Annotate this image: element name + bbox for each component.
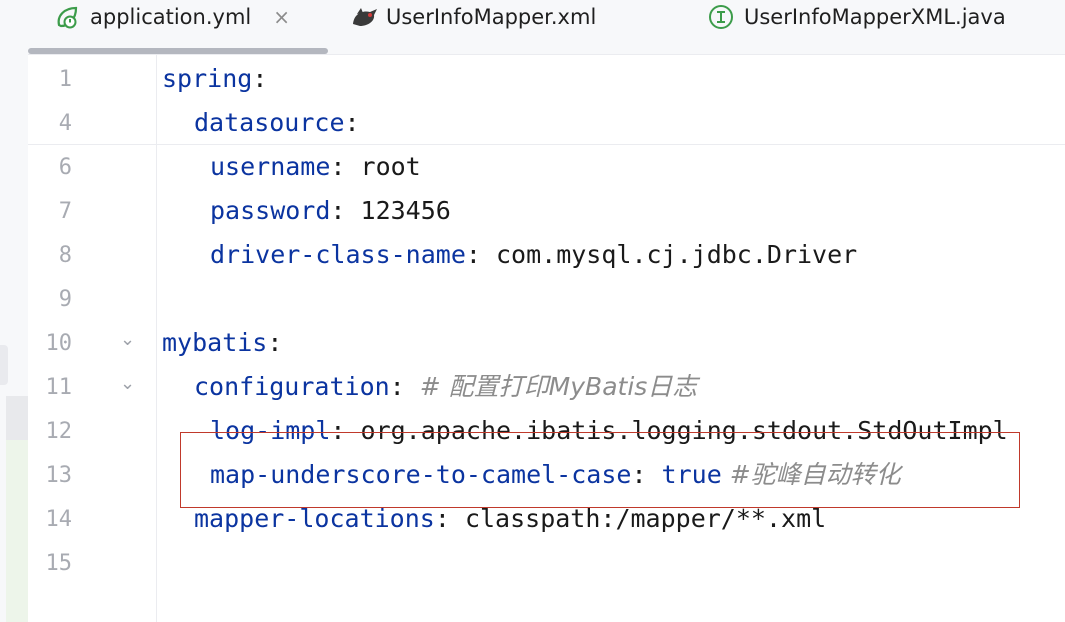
code-text[interactable]: datasource: bbox=[194, 107, 360, 139]
code-text[interactable]: driver-class-name: com.mysql.cj.jdbc.Dri… bbox=[210, 239, 857, 271]
code-text[interactable]: mybatis: bbox=[162, 327, 282, 359]
code-line: 11 ⌄ configuration: # 配置打印MyBatis日志 bbox=[28, 365, 1065, 409]
code-text[interactable]: password: 123456 bbox=[210, 195, 451, 227]
yaml-separator: : bbox=[434, 504, 465, 533]
line-number: 9 bbox=[58, 287, 72, 312]
code-line: 15 bbox=[28, 541, 1065, 585]
yaml-boolean: true bbox=[661, 460, 722, 489]
yaml-comment: # 配置打印MyBatis日志 bbox=[419, 372, 698, 401]
code-line: 13 map-underscore-to-camel-case: true #驼… bbox=[28, 453, 1065, 497]
line-number: 4 bbox=[58, 111, 72, 136]
tab-label: UserInfoMapperXML.java bbox=[744, 5, 1006, 29]
tab-label: UserInfoMapper.xml bbox=[386, 5, 597, 29]
yaml-separator: : bbox=[344, 108, 360, 137]
spring-leaf-icon bbox=[54, 4, 80, 30]
line-number: 13 bbox=[45, 463, 73, 488]
yaml-value: com.mysql.cj.jdbc.Driver bbox=[495, 240, 858, 269]
code-text[interactable]: mapper-locations: classpath:/mapper/**.x… bbox=[194, 503, 826, 535]
yaml-separator: : bbox=[330, 196, 361, 225]
yaml-separator: : bbox=[465, 240, 496, 269]
scroll-marker bbox=[0, 345, 8, 385]
change-marker bbox=[6, 396, 28, 440]
line-number: 6 bbox=[58, 155, 72, 180]
code-line: 9 bbox=[28, 277, 1065, 321]
yaml-key: driver-class-name bbox=[210, 240, 466, 269]
line-number: 7 bbox=[58, 199, 72, 224]
mybatis-bird-icon bbox=[350, 4, 377, 30]
line-number: 14 bbox=[45, 507, 73, 532]
yaml-value: 123456 bbox=[360, 196, 451, 225]
yaml-comment: #驼峰自动转化 bbox=[721, 460, 901, 489]
yaml-key: log-impl bbox=[210, 416, 331, 445]
code-line: 4 datasource: bbox=[28, 101, 1065, 145]
tab-label: application.yml bbox=[90, 5, 252, 29]
left-tool-strip bbox=[0, 0, 29, 622]
yaml-key: datasource bbox=[194, 108, 345, 137]
line-number: 10 bbox=[45, 331, 73, 356]
line-number: 1 bbox=[58, 67, 72, 92]
tab-userinfomapper-xml[interactable]: UserInfoMapper.xml bbox=[350, 0, 596, 34]
yaml-separator: : bbox=[631, 460, 662, 489]
yaml-key: configuration bbox=[194, 372, 390, 401]
yaml-key: mapper-locations bbox=[194, 504, 435, 533]
yaml-key: username bbox=[210, 152, 331, 181]
code-text[interactable]: spring: bbox=[162, 63, 267, 95]
line-number: 8 bbox=[58, 243, 72, 268]
yaml-separator: : bbox=[252, 64, 268, 93]
yaml-key: spring bbox=[162, 64, 253, 93]
yaml-separator: : bbox=[389, 372, 420, 401]
tab-application-yml[interactable]: application.yml × bbox=[54, 0, 290, 34]
line-number: 15 bbox=[45, 551, 73, 576]
close-tab-icon[interactable]: × bbox=[273, 5, 290, 29]
line-number: 12 bbox=[45, 419, 73, 444]
code-line: 12 log-impl: org.apache.ibatis.logging.s… bbox=[28, 409, 1065, 453]
interface-icon bbox=[708, 4, 734, 30]
code-line: 8 driver-class-name: com.mysql.cj.jdbc.D… bbox=[28, 233, 1065, 277]
code-text[interactable]: log-impl: org.apache.ibatis.logging.stdo… bbox=[210, 415, 1008, 447]
yaml-value: root bbox=[360, 152, 421, 181]
yaml-separator: : bbox=[330, 416, 361, 445]
code-line: 6 username: root bbox=[28, 145, 1065, 189]
fold-chevron-icon[interactable]: ⌄ bbox=[120, 329, 135, 350]
code-line: 10 ⌄ mybatis: bbox=[28, 321, 1065, 365]
code-editor[interactable]: 1 spring: 4 datasource: 6 username: root… bbox=[28, 55, 1065, 622]
yaml-key: password bbox=[210, 196, 331, 225]
active-tab-indicator bbox=[28, 48, 328, 54]
code-text[interactable]: username: root bbox=[210, 151, 421, 183]
yaml-key: mybatis bbox=[162, 328, 268, 357]
yaml-value: classpath:/mapper/**.xml bbox=[464, 504, 827, 533]
code-text[interactable]: map-underscore-to-camel-case: true #驼峰自动… bbox=[210, 459, 901, 491]
line-number: 11 bbox=[45, 375, 73, 400]
yaml-separator: : bbox=[267, 328, 283, 357]
code-text[interactable]: configuration: # 配置打印MyBatis日志 bbox=[194, 371, 697, 403]
code-line: 1 spring: bbox=[28, 57, 1065, 101]
code-line: 14 mapper-locations: classpath:/mapper/*… bbox=[28, 497, 1065, 541]
yaml-key: map-underscore-to-camel-case bbox=[210, 460, 632, 489]
yaml-value: org.apache.ibatis.logging.stdout.StdOutI… bbox=[360, 416, 1008, 445]
fold-chevron-icon[interactable]: ⌄ bbox=[120, 373, 135, 394]
tab-userinfomapperxml-java[interactable]: UserInfoMapperXML.java bbox=[708, 0, 1006, 34]
added-lines-marker bbox=[6, 440, 28, 622]
editor-tab-bar: application.yml × UserInfoMapper.xml Use… bbox=[28, 0, 1065, 55]
yaml-separator: : bbox=[330, 152, 361, 181]
code-line: 7 password: 123456 bbox=[28, 189, 1065, 233]
